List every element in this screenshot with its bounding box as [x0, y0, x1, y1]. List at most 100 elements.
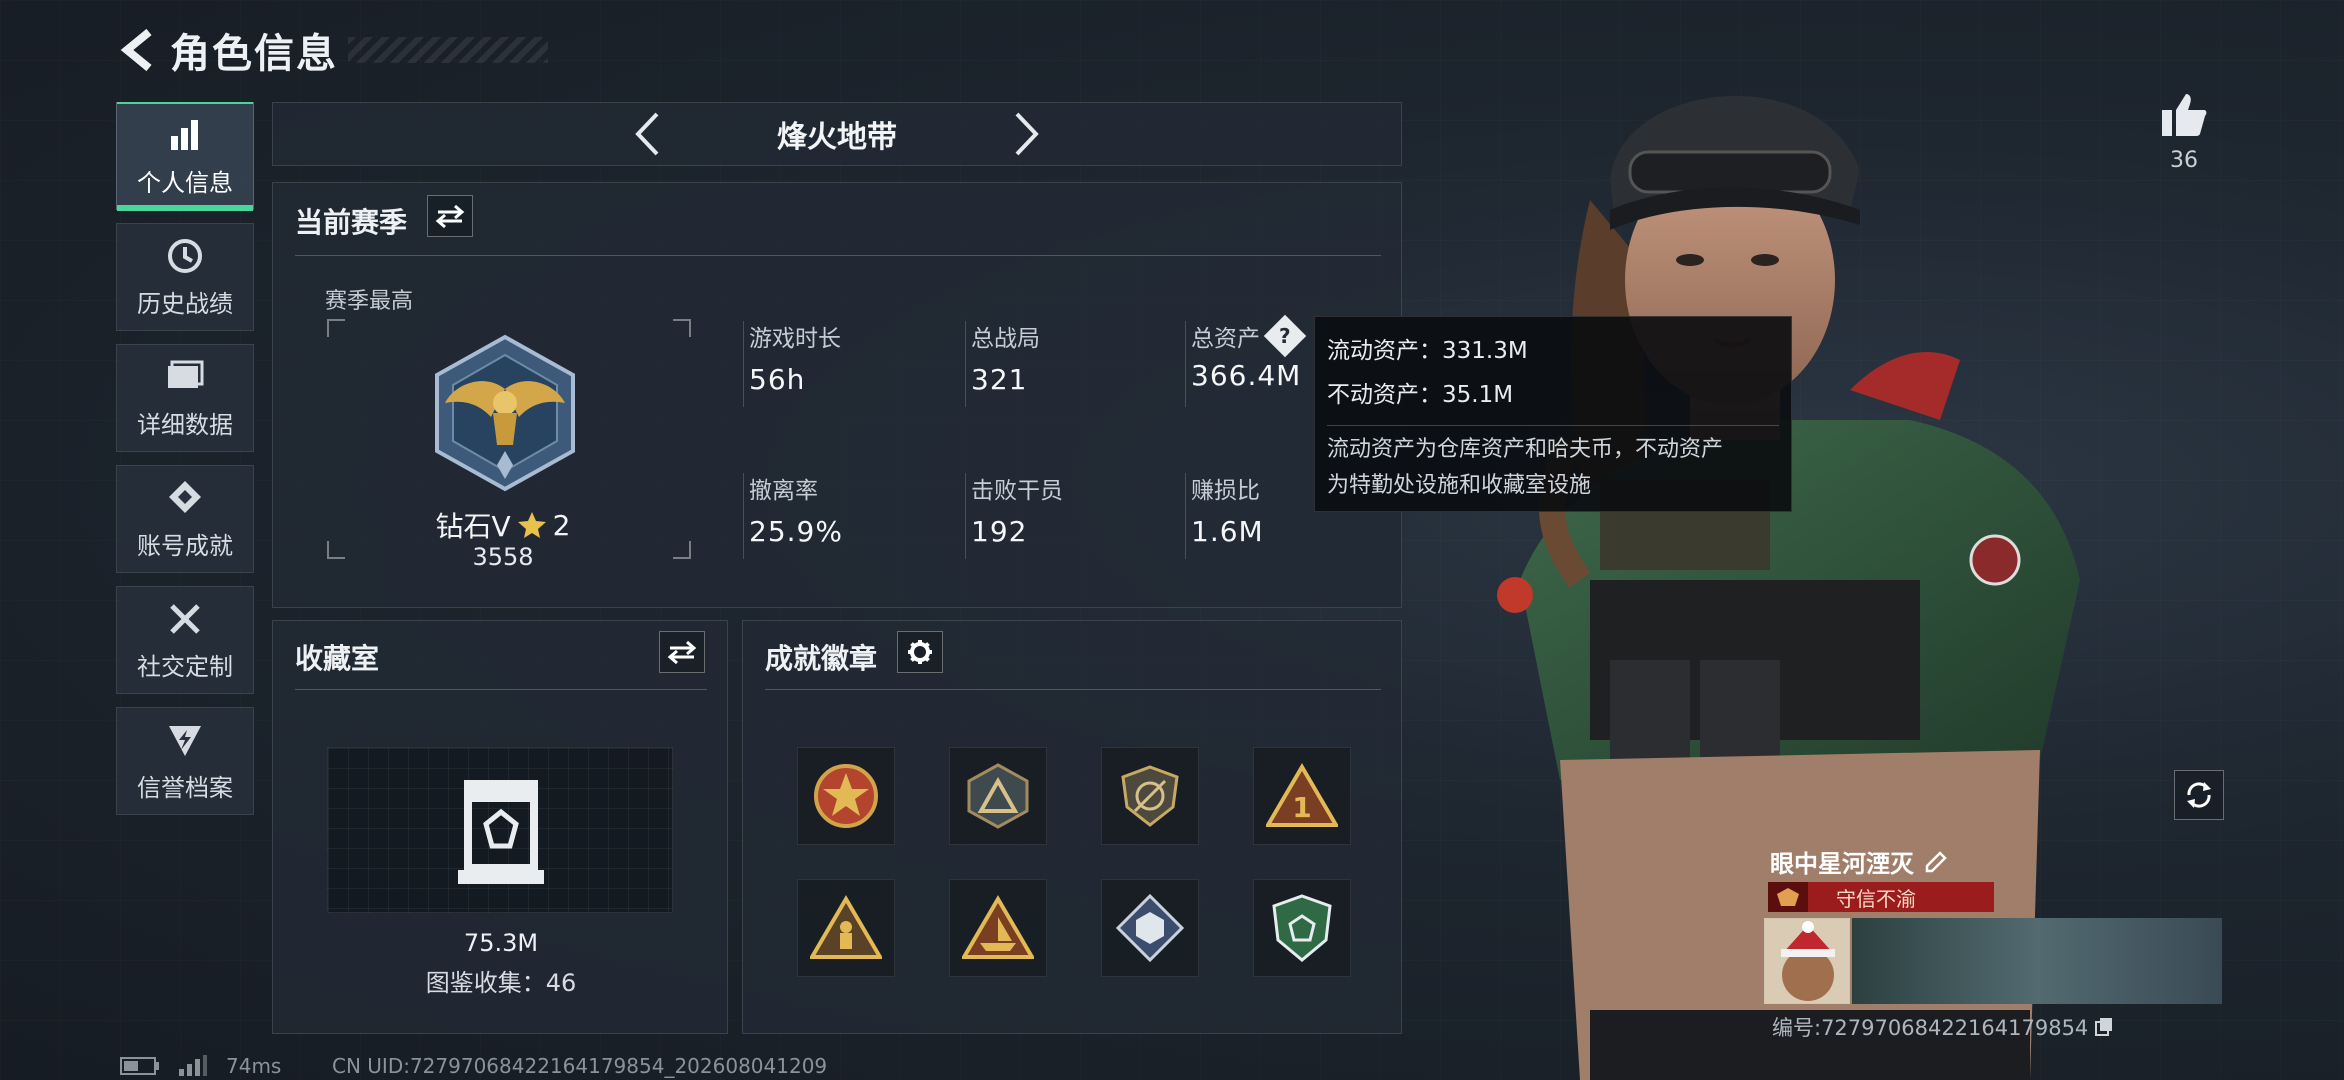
stat-label: 总战局 [971, 326, 1040, 352]
star-icon [517, 512, 546, 538]
collection-preview[interactable] [327, 747, 673, 913]
swap-icon [435, 204, 465, 228]
stat-value: 56h [749, 363, 806, 396]
green-shield-badge[interactable] [1253, 879, 1351, 977]
stat-value: 321 [971, 363, 1028, 396]
section-divider [765, 689, 1381, 690]
next-mode-button[interactable] [997, 104, 1057, 164]
page-title: 角色信息 [170, 31, 338, 77]
copy-icon[interactable] [2094, 1017, 2114, 1037]
rank-name: 钻石V [435, 510, 511, 543]
profile-banner [1852, 918, 2222, 1004]
like-widget[interactable]: 36 [2152, 92, 2216, 173]
mode-selector: 烽火地带 [272, 102, 1402, 166]
sidebar-item-social[interactable]: 社交定制 [116, 586, 254, 694]
sidebar: 个人信息 历史战绩 详细数据 账号成就 社交定制 信誉档案 [116, 102, 254, 828]
display-case-icon [454, 776, 548, 892]
stat-label: 赚损比 [1191, 478, 1260, 504]
folder-icon [165, 357, 205, 397]
season-best-label: 赛季最高 [325, 289, 414, 314]
stat-value: 25.9% [749, 515, 843, 548]
header: 角色信息 [112, 18, 548, 82]
uid-text: CN UID:727970684221641798​54_20260804120… [332, 1054, 828, 1078]
collection-panel: 收藏室 75.3M 图鉴收集：46 [272, 620, 728, 1034]
stat-extract-rate: 撤离率 25.9% [749, 471, 843, 548]
badges-title: 成就徽章 [765, 642, 878, 675]
season-switch-button[interactable] [427, 195, 473, 237]
rank-stars: 2 [552, 508, 571, 542]
stat-kills: 击败干员 192 [971, 471, 1063, 548]
section-divider [295, 255, 1381, 256]
slash-shield-badge[interactable] [1101, 747, 1199, 845]
stat-divider [743, 321, 744, 407]
player-id: 编号:727970684221641798​54 [1772, 1016, 2089, 1040]
rank-info: 钻石V 2 [393, 505, 613, 545]
collection-value: 75.3M [463, 929, 539, 957]
frame-corner [327, 541, 345, 559]
frame-corner [673, 319, 691, 337]
stat-divider [743, 473, 744, 559]
swap-icon [667, 640, 697, 664]
stat-divider [1185, 321, 1186, 407]
player-name-row: 眼中星河湮灭 [1770, 844, 1948, 879]
sidebar-item-detail-data[interactable]: 详细数据 [116, 344, 254, 452]
stat-value: 366.4M [1191, 359, 1302, 392]
sidebar-item-label: 历史战绩 [137, 289, 233, 318]
sidebar-item-label: 账号成就 [137, 531, 233, 560]
chevron-left-icon [635, 112, 659, 156]
sidebar-item-achievements[interactable]: 账号成就 [116, 465, 254, 573]
stat-value: 1.6M [1191, 515, 1264, 548]
soldier-triangle-badge[interactable] [797, 879, 895, 977]
tooltip-liquid-assets: 流动资产：331.3M [1327, 338, 1528, 364]
player-title-badge: 守信不渝 [1768, 882, 1994, 912]
collection-title: 收藏室 [295, 642, 380, 675]
title-emblem-icon [1768, 882, 1808, 912]
section-divider [295, 689, 707, 690]
badge-settings-button[interactable] [897, 631, 943, 673]
sidebar-item-personal-info[interactable]: 个人信息 [116, 102, 254, 211]
season-panel: 当前赛季 赛季最高 钻石V 2 3558 游戏时长 56h 总战局 321 总资… [272, 182, 1402, 608]
battery-icon [120, 1057, 159, 1075]
number-one-badge[interactable]: 1 [1253, 747, 1351, 845]
status-bar: 74ms [120, 1054, 281, 1078]
stat-profit-ratio: 赚损比 1.6M [1191, 471, 1264, 548]
back-button[interactable] [112, 22, 162, 78]
history-icon [165, 236, 205, 276]
rank-score: 3558 [472, 543, 534, 571]
chevron-right-icon [1015, 112, 1039, 156]
frame-corner [673, 541, 691, 559]
sidebar-item-history[interactable]: 历史战绩 [116, 223, 254, 331]
tooltip-desc: 为特勤处设施和收藏室设施 [1327, 473, 1592, 498]
stat-label: 撤离率 [749, 478, 818, 504]
gear-icon [908, 640, 932, 664]
title-decoration [348, 37, 548, 63]
avatar[interactable] [1764, 918, 1850, 1004]
cube-diamond-badge[interactable] [1101, 879, 1199, 977]
stat-total-assets: 总资产 ? 366.4M [1191, 314, 1307, 392]
bar-chart-icon [165, 115, 205, 155]
boat-triangle-badge[interactable] [949, 879, 1047, 977]
help-icon[interactable]: ? [1263, 314, 1307, 358]
player-title-text: 守信不渝 [1836, 886, 1916, 911]
star-medal-badge[interactable] [797, 747, 895, 845]
stat-label: 总资产 [1191, 326, 1260, 352]
shield-bolt-icon [165, 720, 205, 760]
rotate-model-button[interactable] [2174, 770, 2224, 820]
sidebar-item-credit[interactable]: 信誉档案 [116, 707, 254, 815]
triangle-badge[interactable] [949, 747, 1047, 845]
season-title: 当前赛季 [295, 206, 408, 239]
prev-mode-button[interactable] [617, 104, 677, 164]
back-arrow-icon [120, 28, 152, 72]
stat-label: 游戏时长 [749, 326, 841, 352]
player-id-row: 编号:727970684221641798​54 [1772, 1012, 2114, 1042]
signal-icon [179, 1055, 207, 1076]
achievement-icon [165, 478, 205, 518]
collection-switch-button[interactable] [659, 631, 705, 673]
edit-icon[interactable] [1924, 850, 1948, 874]
sidebar-item-label: 个人信息 [137, 168, 233, 197]
stat-divider [965, 321, 966, 407]
rank-emblem-icon [425, 333, 585, 497]
tools-icon [165, 599, 205, 639]
stat-play-time: 游戏时长 56h [749, 319, 841, 396]
stat-divider [965, 473, 966, 559]
